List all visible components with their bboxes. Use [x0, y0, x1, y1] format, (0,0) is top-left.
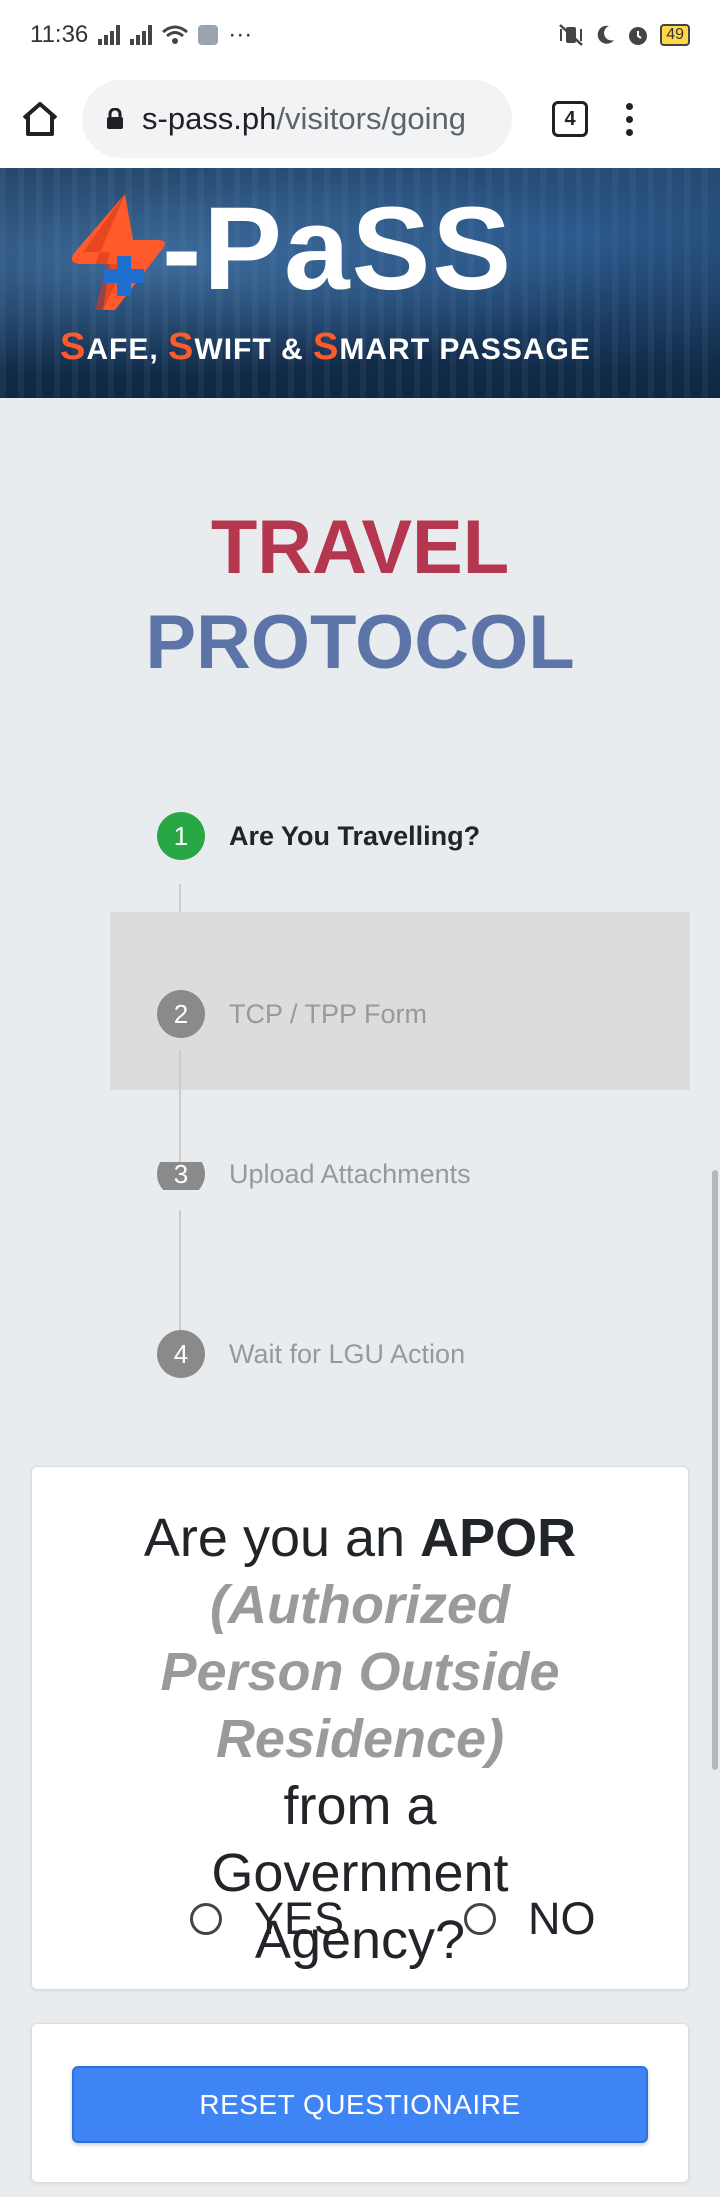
reset-card: RESET QUESTIONAIRE [31, 2023, 689, 2183]
spass-logo-icon [71, 194, 165, 310]
no-label: NO [528, 1893, 596, 1944]
status-bar: 11:36 ··· 49 [0, 0, 720, 70]
wifi-icon [162, 25, 189, 44]
status-time: 11:36 [30, 21, 89, 48]
overflow-menu-icon[interactable] [626, 102, 633, 136]
yes-label: YES [254, 1893, 345, 1944]
page-scrollbar[interactable] [712, 1170, 718, 1770]
step-connector [179, 1050, 181, 1180]
question-line-1: Are you an APOR [32, 1505, 688, 1572]
step-3[interactable]: 3 Upload Attachments [157, 1162, 471, 1190]
tagline-segment: S [313, 326, 340, 368]
tagline-segment: MART PASSAGE [339, 333, 591, 366]
home-icon[interactable] [20, 100, 60, 138]
question-apor: APOR [420, 1508, 577, 1568]
step-connector [179, 884, 181, 912]
status-right: 49 [558, 23, 690, 47]
logo-title: -PaSS [162, 183, 514, 315]
step-1[interactable]: 1 Are You Travelling? [157, 812, 480, 860]
tagline-segment: S [60, 326, 87, 368]
yes-option[interactable]: YES [190, 1893, 344, 1945]
status-more: ··· [228, 21, 253, 48]
step-label: Upload Attachments [229, 1162, 471, 1189]
answer-options: YES NO [32, 1893, 688, 1953]
no-radio[interactable] [464, 1903, 496, 1935]
step-number: 1 [157, 812, 205, 860]
step-2[interactable]: 2 TCP / TPP Form [157, 990, 427, 1038]
step-4[interactable]: 4 Wait for LGU Action [157, 1330, 465, 1378]
logo-tagline: SAFE, SWIFT & SMART PASSAGE [60, 326, 591, 369]
url-text: s-pass.ph/visitors/going [142, 101, 466, 137]
step-number: 2 [157, 990, 205, 1038]
moon-icon [597, 25, 615, 44]
heading-protocol: PROTOCOL [145, 600, 575, 685]
alarm-icon [629, 27, 648, 45]
step-number: 4 [157, 1330, 205, 1378]
status-left: 11:36 ··· [30, 21, 252, 49]
tagline-segment: AFE, [86, 333, 169, 366]
no-option[interactable]: NO [464, 1893, 596, 1945]
question-text-1: Are you an [143, 1508, 421, 1568]
step-label: TCP / TPP Form [229, 998, 428, 1029]
lock-icon [107, 108, 123, 129]
step-label: Are You Travelling? [229, 820, 481, 851]
signal-icon [98, 25, 121, 45]
reset-questionaire-button[interactable]: RESET QUESTIONAIRE [72, 2066, 648, 2143]
question-apor-definition: (Authorized Person Outside Residence) [160, 1575, 560, 1769]
heading-travel: TRAVEL [210, 505, 510, 590]
step-connector [179, 1210, 181, 1340]
progress-stepper: 1 Are You Travelling? 2 TCP / TPP Form 3… [0, 780, 720, 1420]
tagline-segment: WIFT & [194, 333, 314, 366]
battery-indicator: 49 [660, 24, 690, 46]
signal-icon-2 [130, 25, 153, 45]
address-bar[interactable]: s-pass.ph/visitors/going [82, 80, 512, 158]
step-number: 3 [157, 1162, 205, 1190]
url-path: /visitors/going [276, 101, 466, 136]
yes-radio[interactable] [190, 1903, 222, 1935]
step-3-clip: 3 Upload Attachments [0, 1162, 720, 1190]
url-domain: s-pass.ph [142, 101, 277, 136]
app-notification-icon [198, 25, 219, 45]
tab-switcher-button[interactable]: 4 [552, 101, 588, 137]
spass-banner: -PaSS SAFE, SWIFT & SMART PASSAGE [0, 168, 720, 398]
step-label: Wait for LGU Action [229, 1338, 466, 1369]
browser-toolbar: s-pass.ph/visitors/going 4 [0, 70, 720, 168]
page-heading: TRAVEL PROTOCOL [0, 500, 720, 690]
tagline-segment: S [168, 326, 195, 368]
vibrate-mute-icon [559, 24, 584, 46]
apor-question-card: Are you an APOR (Authorized Person Outsi… [31, 1466, 689, 1990]
